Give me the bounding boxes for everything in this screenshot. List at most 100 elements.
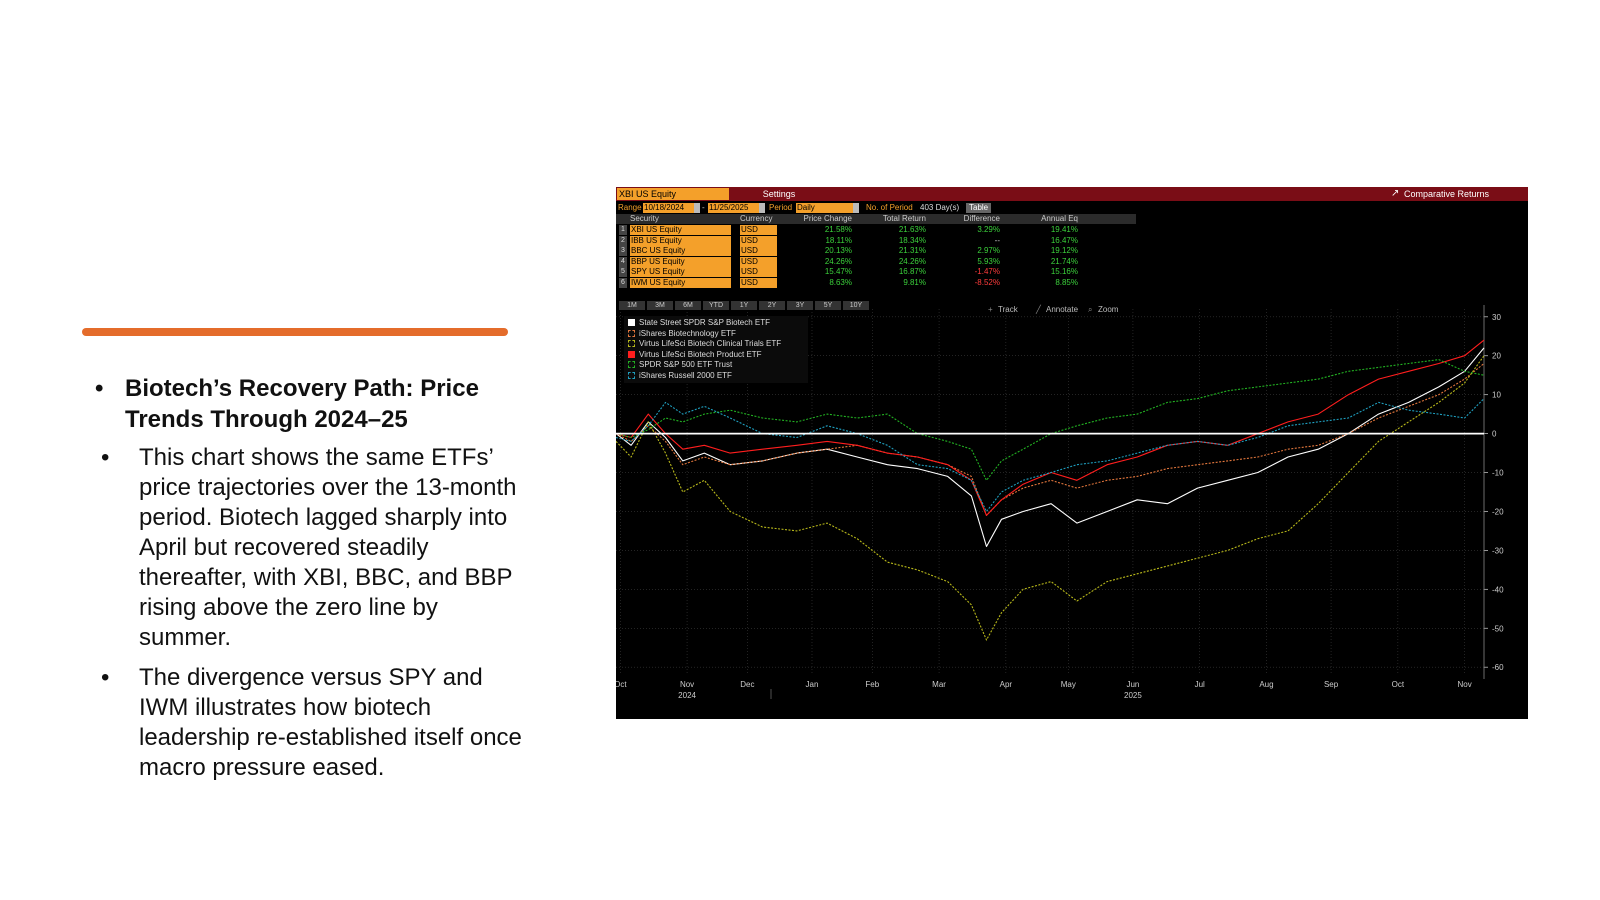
series-line [616, 398, 1485, 513]
period-button-6m[interactable]: 6M [675, 301, 701, 310]
legend-swatch [628, 329, 635, 337]
y-tick-label: -10 [1492, 469, 1504, 478]
y-tick-label: 30 [1492, 313, 1501, 322]
y-tick-label: -60 [1492, 663, 1504, 672]
legend-item: Virtus LifeSci Biotech Product ETF [628, 350, 762, 360]
security-cell[interactable]: BBP US Equity [630, 256, 731, 267]
row-number: 5 [619, 267, 627, 277]
x-tick-label: Jan [806, 680, 819, 689]
table-column-header: Annual Eq [1041, 214, 1078, 223]
value-cell: 15.47% [824, 267, 852, 276]
value-cell: 16.87% [898, 267, 926, 276]
table-column-header: Difference [963, 214, 1000, 223]
legend-label: State Street SPDR S&P Biotech ETF [639, 318, 771, 327]
legend-item: iShares Biotechnology ETF [628, 329, 736, 339]
legend-label: iShares Biotechnology ETF [639, 328, 736, 338]
security-cell[interactable]: SPY US Equity [630, 267, 731, 277]
table-column-header: Total Return [882, 214, 926, 223]
security-cell[interactable]: IBB US Equity [630, 235, 731, 246]
slide-text: • Biotech’s Recovery Path: Price Trends … [95, 373, 525, 793]
sub-bullet: • The divergence versus SPY and IWM illu… [101, 663, 525, 783]
legend-label: SPDR S&P 500 ETF Trust [639, 360, 733, 369]
x-tick-label: Jun [1126, 680, 1139, 689]
value-cell: 21.58% [824, 225, 852, 234]
tool-zoom-button[interactable]: Zoom [1098, 305, 1118, 315]
value-cell: 24.26% [824, 256, 852, 266]
value-cell: 21.63% [898, 225, 926, 234]
table-column-header: Currency [740, 214, 773, 223]
value-cell: 19.12% [1050, 246, 1078, 255]
tool-annotate-button[interactable]: Annotate [1046, 305, 1078, 315]
x-tick-label: Dec [740, 680, 754, 689]
value-cell: 3.29% [977, 225, 1000, 234]
security-cell[interactable]: BBC US Equity [630, 246, 731, 256]
legend-swatch [628, 340, 635, 347]
security-cell[interactable]: IWM US Equity [630, 277, 731, 288]
bullet-dot: • [101, 664, 110, 691]
bloomberg-chart-panel: XBI US Equity Settings ↗ Comparative Ret… [616, 187, 1528, 719]
period-button-2y[interactable]: 2Y [759, 301, 785, 310]
currency-cell: USD [740, 267, 777, 277]
value-cell: 9.81% [903, 277, 926, 287]
bullet-text: The divergence versus SPY and IWM illust… [139, 664, 522, 781]
row-number: 6 [619, 277, 627, 288]
value-cell: 18.11% [825, 235, 852, 245]
period-button-1y[interactable]: 1Y [731, 301, 757, 310]
tool-track-button[interactable]: Track [998, 305, 1018, 315]
table-column-header: Security [630, 214, 659, 223]
series-line [616, 355, 1485, 641]
sub-bullet: • This chart shows the same ETFs’ price … [101, 443, 525, 653]
tool-icon[interactable]: + [988, 305, 993, 315]
legend-swatch [628, 371, 635, 379]
legend-item: Virtus LifeSci Biotech Clinical Trials E… [628, 339, 781, 349]
year-label: 2024 [678, 691, 696, 700]
row-number: 4 [619, 256, 627, 267]
value-cell: 8.85% [1055, 277, 1078, 287]
heading-bullet: • Biotech’s Recovery Path: Price Trends … [95, 373, 525, 435]
currency-cell: USD [740, 235, 777, 246]
period-button-10y[interactable]: 10Y [843, 301, 869, 310]
x-tick-label: Nov [680, 680, 694, 689]
x-tick-label: Oct [616, 680, 627, 689]
x-tick-label: Aug [1259, 680, 1273, 689]
x-tick-label: Mar [932, 680, 946, 689]
period-button-ytd[interactable]: YTD [703, 301, 729, 310]
legend-swatch [628, 319, 635, 326]
tool-icon[interactable]: ╱ [1036, 305, 1041, 315]
bullet-text: This chart shows the same ETFs’ price tr… [139, 444, 517, 651]
period-button-1m[interactable]: 1M [619, 301, 645, 310]
x-tick-label: May [1061, 680, 1076, 689]
period-button-3m[interactable]: 3M [647, 301, 673, 310]
currency-cell: USD [740, 256, 777, 267]
legend-label: Virtus LifeSci Biotech Product ETF [639, 349, 762, 359]
row-number: 2 [619, 235, 627, 246]
bullet-dot: • [95, 375, 104, 402]
period-button-3y[interactable]: 3Y [787, 301, 813, 310]
y-tick-label: -40 [1492, 585, 1504, 594]
value-cell: -1.47% [974, 267, 1000, 276]
slide-heading: Biotech’s Recovery Path: Price Trends Th… [125, 375, 479, 433]
x-tick-label: Sep [1324, 680, 1339, 689]
y-tick-label: -20 [1492, 507, 1504, 516]
legend-item: State Street SPDR S&P Biotech ETF [628, 318, 770, 328]
value-cell: 19.41% [1050, 225, 1078, 234]
bullet-dot: • [101, 444, 110, 471]
x-tick-label: Apr [1000, 680, 1013, 689]
y-tick-label: -50 [1492, 624, 1504, 633]
value-cell: 16.47% [1050, 235, 1078, 245]
row-number: 3 [619, 246, 627, 256]
table-column-header: Price Change [803, 214, 852, 223]
y-tick-label: -30 [1492, 546, 1504, 555]
security-cell[interactable]: XBI US Equity [630, 225, 731, 235]
series-line [616, 363, 1485, 516]
x-tick-label: Feb [865, 680, 879, 689]
value-cell: -8.52% [974, 277, 1000, 287]
legend-label: iShares Russell 2000 ETF [639, 370, 732, 380]
period-button-5y[interactable]: 5Y [815, 301, 841, 310]
row-number: 1 [619, 225, 627, 235]
value-cell: 20.13% [824, 246, 852, 255]
accent-underline [82, 328, 508, 336]
x-tick-label: Jul [1195, 680, 1205, 689]
tool-icon[interactable]: ⌕ [1088, 305, 1092, 315]
y-tick-label: 0 [1492, 430, 1497, 439]
